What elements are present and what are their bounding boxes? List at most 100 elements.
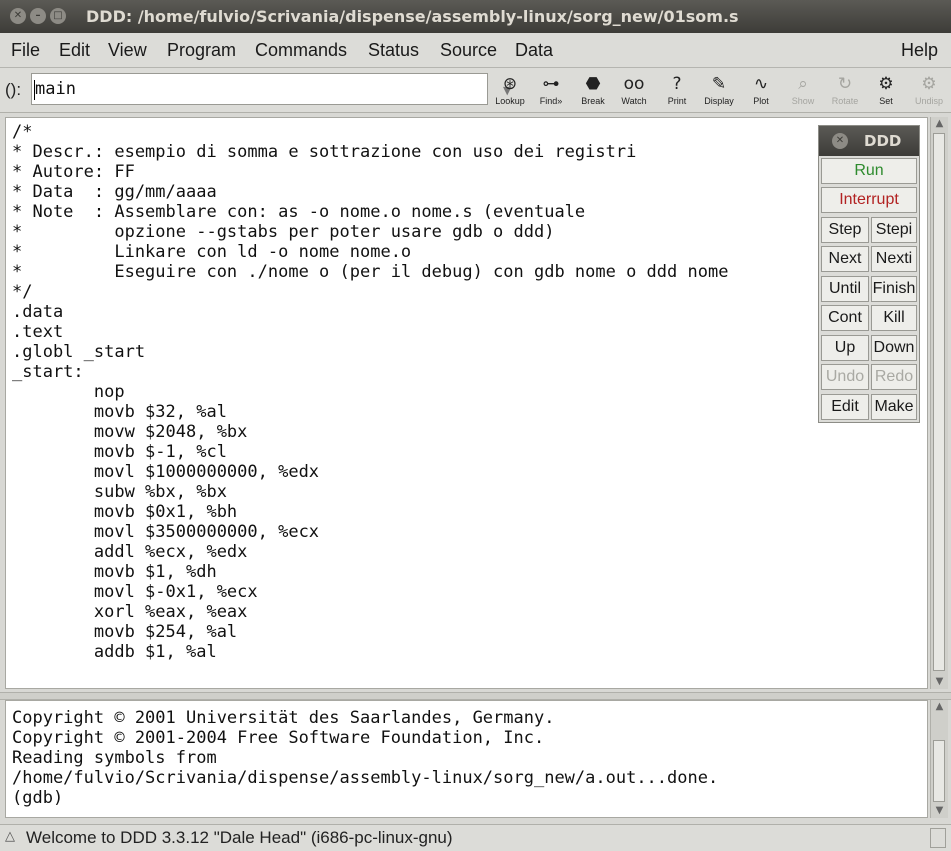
menu-data[interactable]: Data <box>515 40 553 61</box>
rotate-label: Rotate <box>831 96 859 106</box>
lookup-icon: ⊛ <box>502 74 518 94</box>
source-line: movb $32, %al <box>12 402 227 422</box>
menu-help[interactable]: Help <box>901 40 938 61</box>
command-tool-titlebar: ✕ DDD <box>819 126 919 156</box>
source-line: xorl %eax, %eax <box>12 602 248 622</box>
display-button[interactable]: ✎ Display <box>697 74 741 110</box>
break-label: Break <box>581 96 605 106</box>
source-line: .globl _start <box>12 342 146 362</box>
lookup-label: Lookup <box>495 96 525 106</box>
console-line: /home/fulvio/Scrivania/dispense/assembly… <box>12 768 719 788</box>
command-tool-title: DDD <box>864 132 902 150</box>
scroll-down-icon[interactable]: ▼ <box>931 675 948 689</box>
redo-button[interactable]: Redo <box>871 364 917 390</box>
plot-icon: ∿ <box>753 74 769 94</box>
source-line: * Data : gg/mm/aaaa <box>12 182 217 202</box>
until-button[interactable]: Until <box>821 276 869 302</box>
source-line: movb $1, %dh <box>12 562 217 582</box>
next-button[interactable]: Next <box>821 246 869 272</box>
window-title: DDD: /home/fulvio/Scrivania/dispense/ass… <box>86 7 739 26</box>
stepi-button[interactable]: Stepi <box>871 217 917 243</box>
gdb-prompt: (gdb) <box>12 788 64 808</box>
console-scrollbar[interactable]: ▲ ▼ <box>930 700 948 818</box>
undo-button[interactable]: Undo <box>821 364 869 390</box>
menu-view[interactable]: View <box>108 40 147 61</box>
source-window[interactable]: /* * Descr.: esempio di somma e sottrazi… <box>5 117 928 689</box>
minimize-icon[interactable]: – <box>30 8 46 24</box>
close-icon[interactable]: ✕ <box>10 8 26 24</box>
menu-file[interactable]: File <box>11 40 40 61</box>
resize-grip-icon[interactable] <box>930 828 946 848</box>
lookup-button[interactable]: ⊛ Lookup <box>488 74 532 110</box>
menu-program[interactable]: Program <box>167 40 236 61</box>
menu-status[interactable]: Status <box>368 40 419 61</box>
show-label: Show <box>791 96 815 106</box>
source-line: /* <box>12 122 33 142</box>
interrupt-button[interactable]: Interrupt <box>821 187 917 213</box>
watch-label: Watch <box>621 96 647 106</box>
magnifier-icon: ⌕ <box>798 74 808 94</box>
undisp-button[interactable]: ⚙ Undisp <box>907 74 951 110</box>
watch-button[interactable]: oo Watch <box>612 74 656 110</box>
break-button[interactable]: ⬣ Break <box>571 74 615 110</box>
scroll-up-icon[interactable]: ▲ <box>931 700 948 714</box>
argument-field[interactable]: main ▼ <box>31 73 511 105</box>
source-scrollbar[interactable]: ▲ ▼ <box>930 117 948 689</box>
menu-commands[interactable]: Commands <box>255 40 347 61</box>
source-line: movw $2048, %bx <box>12 422 248 442</box>
find-label: Find» <box>539 96 563 106</box>
make-button[interactable]: Make <box>871 394 917 420</box>
triangle-up-icon[interactable]: △ <box>5 829 15 844</box>
find-button[interactable]: ⊶ Find» <box>529 74 573 110</box>
source-line: * Autore: FF <box>12 162 135 182</box>
plot-label: Plot <box>753 96 769 106</box>
plot-button[interactable]: ∿ Plot <box>739 74 783 110</box>
toolbar: (): main ▼ ⊛ Lookup ⊶ Find» ⬣ Break oo W… <box>0 68 951 113</box>
source-line: * Note : Assemblare con: as -o nome.o no… <box>12 202 586 222</box>
source-line: * Descr.: esempio di somma e sottrazione… <box>12 142 637 162</box>
run-button[interactable]: Run <box>821 158 917 184</box>
maximize-icon[interactable]: □ <box>50 8 66 24</box>
finish-button[interactable]: Finish <box>871 276 917 302</box>
source-line: addl %ecx, %edx <box>12 542 248 562</box>
kill-button[interactable]: Kill <box>871 305 917 331</box>
rotate-icon: ↻ <box>837 74 853 94</box>
pane-splitter[interactable] <box>0 692 951 700</box>
menu-source[interactable]: Source <box>440 40 497 61</box>
source-line: movl $1000000000, %edx <box>12 462 320 482</box>
menu-edit[interactable]: Edit <box>59 40 90 61</box>
source-line: * Eseguire con ./nome o (per il debug) c… <box>12 262 729 282</box>
debugger-console[interactable]: Copyright © 2001 Universität des Saarlan… <box>5 700 928 818</box>
display-label: Display <box>704 96 734 106</box>
scroll-thumb[interactable] <box>933 133 945 671</box>
argument-value: main <box>35 79 76 99</box>
title-bar: ✕ – □ DDD: /home/fulvio/Scrivania/dispen… <box>0 0 951 33</box>
edit-button[interactable]: Edit <box>821 394 869 420</box>
glasses-icon: oo <box>623 74 645 94</box>
source-line: movl $-0x1, %ecx <box>12 582 258 602</box>
rotate-button[interactable]: ↻ Rotate <box>823 74 867 110</box>
cont-button[interactable]: Cont <box>821 305 869 331</box>
scroll-thumb[interactable] <box>933 740 945 802</box>
set-icon: ⚙ <box>878 74 894 94</box>
set-button[interactable]: ⚙ Set <box>864 74 908 110</box>
scroll-up-icon[interactable]: ▲ <box>931 117 948 131</box>
source-line: nop <box>12 382 125 402</box>
show-button[interactable]: ⌕ Show <box>781 74 825 110</box>
step-button[interactable]: Step <box>821 217 869 243</box>
print-button[interactable]: ? Print <box>655 74 699 110</box>
down-button[interactable]: Down <box>871 335 917 361</box>
console-line: Reading symbols from <box>12 748 217 768</box>
source-line: */ <box>12 282 33 302</box>
source-line: movb $-1, %cl <box>12 442 227 462</box>
nexti-button[interactable]: Nexti <box>871 246 917 272</box>
up-button[interactable]: Up <box>821 335 869 361</box>
source-line: * Linkare con ld -o nome nome.o <box>12 242 412 262</box>
binoculars-icon: ⊶ <box>542 74 560 94</box>
stop-sign-icon: ⬣ <box>585 74 601 94</box>
source-line: .data <box>12 302 64 322</box>
status-message: Welcome to DDD 3.3.12 "Dale Head" (i686-… <box>26 828 453 847</box>
source-line: .text <box>12 322 64 342</box>
scroll-down-icon[interactable]: ▼ <box>931 804 948 818</box>
close-icon[interactable]: ✕ <box>832 133 848 149</box>
